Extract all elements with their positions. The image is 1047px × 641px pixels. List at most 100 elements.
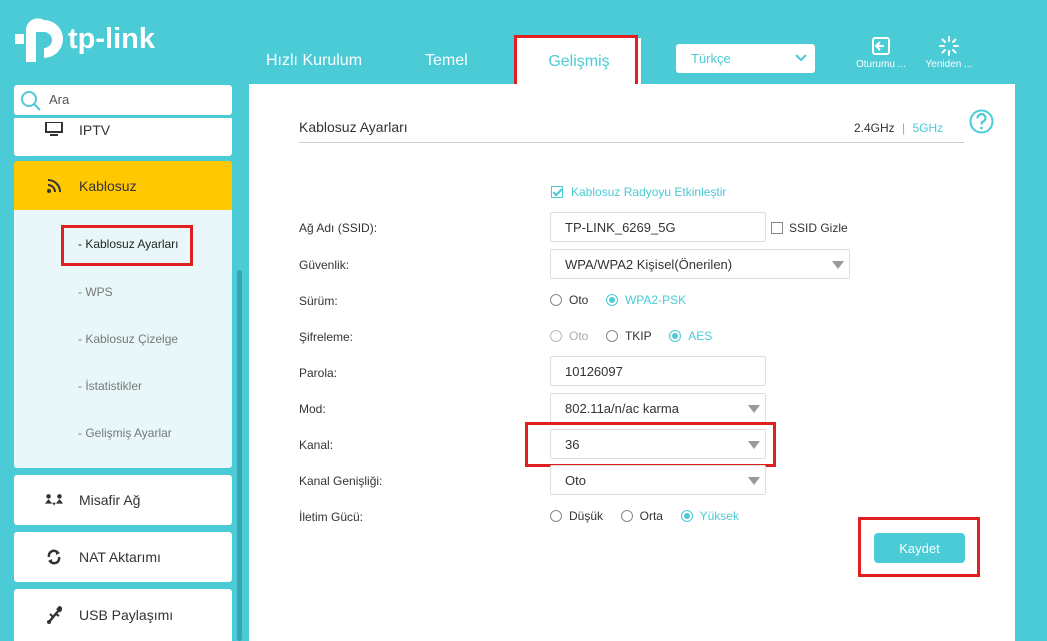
encryption-radio-auto[interactable]: Oto <box>550 329 588 343</box>
ssid-label: Ağ Adı (SSID): <box>299 221 378 235</box>
radio-selected-icon <box>605 294 618 306</box>
channel-label: Kanal: <box>299 438 334 452</box>
channel-width-select[interactable]: Oto <box>550 465 766 495</box>
tab-basic[interactable]: Temel <box>425 52 468 70</box>
dropdown-arrow-icon <box>748 405 760 413</box>
sidebar-item-label: Misafir Ağ <box>79 492 141 508</box>
sidebar-item-guest-network[interactable]: Misafir Ağ <box>14 475 232 525</box>
tx-power-label: İletim Gücü: <box>299 510 364 524</box>
encryption-label: Şifreleme: <box>299 330 354 344</box>
radio-label: WPA2-PSK <box>624 293 687 307</box>
nat-icon <box>44 549 64 565</box>
radio-label: TKIP <box>624 329 652 343</box>
encryption-radio-tkip[interactable]: TKIP <box>605 329 652 343</box>
radio-label: Orta <box>639 509 663 523</box>
highlight-box-advanced-tab <box>514 35 638 91</box>
tab-quick-setup[interactable]: Hızlı Kurulum <box>266 52 362 70</box>
tx-power-radio-medium[interactable]: Orta <box>620 509 663 523</box>
sidebar-item-label: IPTV <box>79 122 111 138</box>
radio-icon <box>550 510 562 522</box>
enable-radio-label: Kablosuz Radyoyu Etkinleştir <box>571 185 727 199</box>
highlight-box-channel <box>525 422 776 467</box>
tx-power-radio-low[interactable]: Düşük <box>550 509 603 523</box>
brand-name: tp-link <box>68 22 155 55</box>
band-5ghz-link[interactable]: 5GHz <box>913 121 944 135</box>
enable-radio-checkbox[interactable]: Kablosuz Radyoyu Etkinleştir <box>551 185 726 199</box>
submenu-wps[interactable]: - WPS <box>78 285 113 299</box>
radio-label: Düşük <box>569 509 604 523</box>
ssid-field[interactable]: TP-LINK_6269_5G <box>550 212 766 242</box>
dropdown-arrow-icon <box>748 477 760 485</box>
radio-label: Oto <box>569 329 589 343</box>
search-input[interactable]: Ara <box>14 85 232 115</box>
tp-link-logo-icon <box>14 14 64 64</box>
highlight-box-save <box>858 517 980 577</box>
security-select[interactable]: WPA/WPA2 Kişisel(Önerilen) <box>550 249 850 279</box>
radio-icon <box>605 330 618 342</box>
chevron-down-icon <box>795 54 807 62</box>
mode-label: Mod: <box>299 402 326 416</box>
tp-link-logo: tp-link <box>14 14 155 64</box>
band-separator: | <box>902 121 906 135</box>
band-24ghz-link[interactable]: 2.4GHz <box>854 121 895 135</box>
radio-label: Yüksek <box>699 509 739 523</box>
sidebar-item-iptv[interactable]: IPTV <box>14 118 232 156</box>
reboot-icon <box>939 36 959 56</box>
sidebar-item-label: Kablosuz <box>79 177 137 194</box>
section-divider <box>299 142 964 143</box>
ssid-hide-checkbox[interactable]: SSID Gizle <box>771 221 848 235</box>
reboot-label: Yeniden ... <box>925 59 973 70</box>
radio-icon <box>550 294 562 306</box>
guest-icon <box>44 493 64 507</box>
highlight-box-wireless-settings <box>61 225 193 266</box>
security-label: Güvenlik: <box>299 258 350 272</box>
version-radio-wpa2psk[interactable]: WPA2-PSK <box>605 293 687 307</box>
wifi-icon <box>44 178 64 194</box>
encryption-radio-group: Oto TKIP AES <box>550 329 726 345</box>
search-icon <box>21 91 41 111</box>
usb-icon <box>44 606 64 624</box>
sidebar-scrollbar[interactable] <box>237 270 242 641</box>
radio-icon <box>620 510 633 522</box>
security-value: WPA/WPA2 Kişisel(Önerilen) <box>565 257 733 272</box>
dropdown-arrow-icon <box>832 261 844 269</box>
encryption-radio-aes[interactable]: AES <box>669 329 712 343</box>
channel-width-label: Kanal Genişliği: <box>299 474 383 488</box>
submenu-statistics[interactable]: - İstatistikler <box>78 379 142 393</box>
tx-power-radio-high[interactable]: Yüksek <box>680 509 739 523</box>
help-icon[interactable] <box>969 109 994 134</box>
language-value: Türkçe <box>691 51 731 66</box>
checkbox-checked-icon <box>551 186 563 198</box>
sidebar-item-usb-sharing[interactable]: USB Paylaşımı <box>14 589 232 641</box>
language-select[interactable]: Türkçe <box>676 44 815 73</box>
sidebar-item-nat[interactable]: NAT Aktarımı <box>14 532 232 582</box>
password-label: Parola: <box>299 366 338 380</box>
version-radio-auto[interactable]: Oto <box>550 293 588 307</box>
band-switch: 2.4GHz | 5GHz <box>854 121 943 135</box>
radio-label: Oto <box>569 293 589 307</box>
logout-button[interactable]: Oturumu ... <box>850 36 912 70</box>
mode-select[interactable]: 802.11a/n/ac karma <box>550 393 766 423</box>
logout-icon <box>872 37 890 55</box>
tx-power-radio-group: Düşük Orta Yüksek <box>550 509 753 525</box>
version-radio-group: Oto WPA2-PSK <box>550 293 700 309</box>
password-field[interactable]: 10126097 <box>550 356 766 386</box>
logout-label: Oturumu ... <box>855 59 906 70</box>
ssid-hide-label: SSID Gizle <box>789 221 848 235</box>
reboot-button[interactable]: Yeniden ... <box>918 36 980 70</box>
search-placeholder: Ara <box>49 92 70 107</box>
submenu-advanced-settings[interactable]: - Gelişmiş Ayarlar <box>78 426 172 440</box>
checkbox-unchecked-icon <box>771 222 783 234</box>
radio-icon <box>550 330 562 342</box>
submenu-wireless-schedule[interactable]: - Kablosuz Çizelge <box>78 332 178 346</box>
tv-icon <box>44 122 64 136</box>
radio-label: AES <box>688 329 713 343</box>
mode-value: 802.11a/n/ac karma <box>565 401 679 416</box>
channel-width-value: Oto <box>565 473 586 488</box>
sidebar-item-label: NAT Aktarımı <box>79 549 161 565</box>
version-label: Sürüm: <box>299 294 338 308</box>
radio-selected-icon <box>669 330 682 342</box>
sidebar-item-wireless[interactable]: Kablosuz <box>14 161 232 210</box>
page-title: Kablosuz Ayarları <box>299 119 408 135</box>
radio-selected-icon <box>680 510 693 522</box>
